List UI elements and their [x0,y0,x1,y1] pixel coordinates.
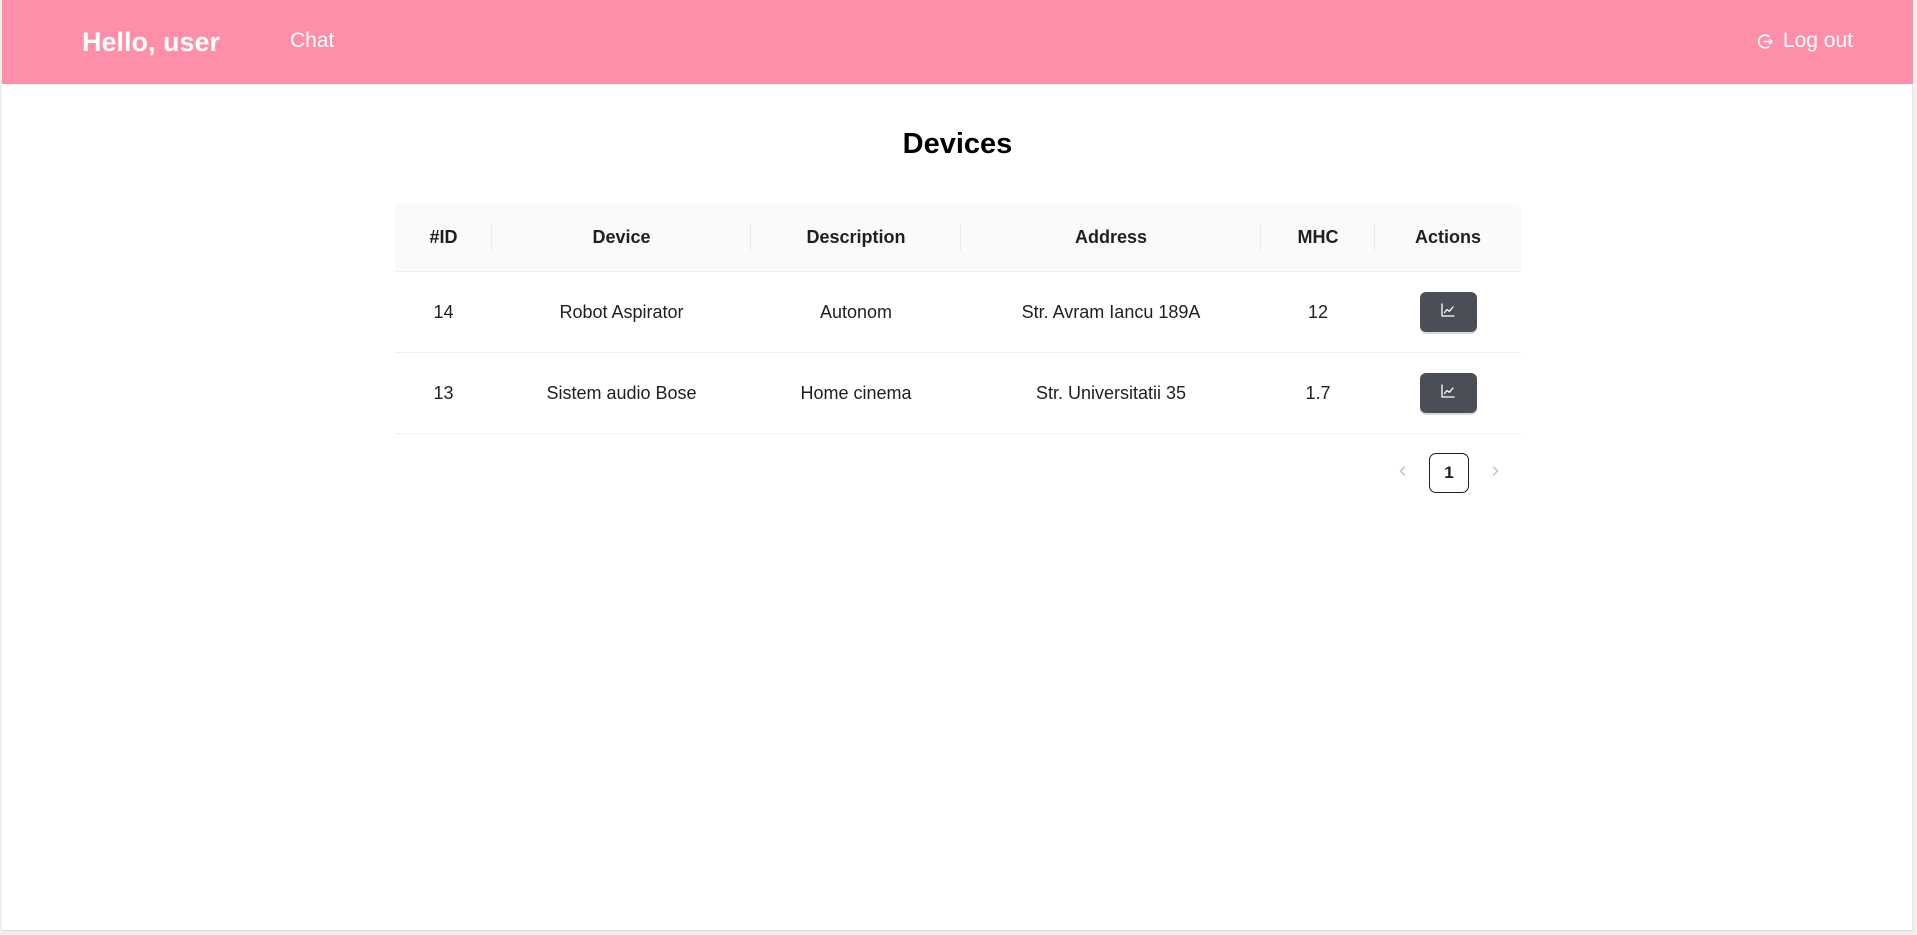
top-navbar: Hello, user Chat Log out [2,0,1913,84]
table-header: #ID Device Description Address MHC Actio… [395,204,1521,272]
logout-button[interactable]: Log out [1757,26,1853,56]
logout-label: Log out [1782,29,1853,52]
view-chart-button[interactable] [1419,373,1477,413]
chevron-left-icon [1397,464,1409,482]
prev-page-button[interactable] [1387,453,1419,493]
column-header-description: Description [751,204,961,271]
page-number-current[interactable]: 1 [1429,453,1469,493]
line-chart-icon [1440,302,1456,323]
cell-id: 14 [433,301,454,322]
column-header-device: Device [492,204,751,271]
cell-description: Home cinema [800,382,912,403]
column-header-id: #ID [395,204,492,271]
view-chart-button[interactable] [1419,292,1477,332]
chevron-right-icon [1489,464,1501,482]
page-title: Devices [902,128,1013,160]
devices-table: #ID Device Description Address MHC Actio… [395,204,1521,434]
column-header-address: Address [961,204,1261,271]
line-chart-icon [1440,383,1456,404]
greeting-text: Hello, user [82,27,221,57]
cell-device: Sistem audio Bose [546,382,697,403]
pagination: 1 [1387,453,1511,493]
app-window: Hello, user Chat Log out Devices #ID Dev… [2,0,1913,931]
cell-mhc: 1.7 [1305,382,1331,403]
cell-id: 13 [433,382,454,403]
cell-mhc: 12 [1307,301,1329,322]
table-row: 13 Sistem audio Bose Home cinema Str. Un… [395,353,1521,434]
cell-device: Robot Aspirator [559,301,684,322]
cell-description: Autonom [819,301,893,322]
nav-link-chat[interactable]: Chat [290,26,334,56]
cell-address: Str. Avram Iancu 189A [1021,301,1201,322]
cell-actions [1375,272,1521,352]
logout-icon [1757,33,1774,50]
cell-address: Str. Universitatii 35 [1035,382,1187,403]
column-header-actions: Actions [1414,227,1481,247]
table-row: 14 Robot Aspirator Autonom Str. Avram Ia… [395,272,1521,353]
next-page-button[interactable] [1479,453,1511,493]
cell-actions [1375,353,1521,433]
column-header-mhc: MHC [1261,204,1375,271]
